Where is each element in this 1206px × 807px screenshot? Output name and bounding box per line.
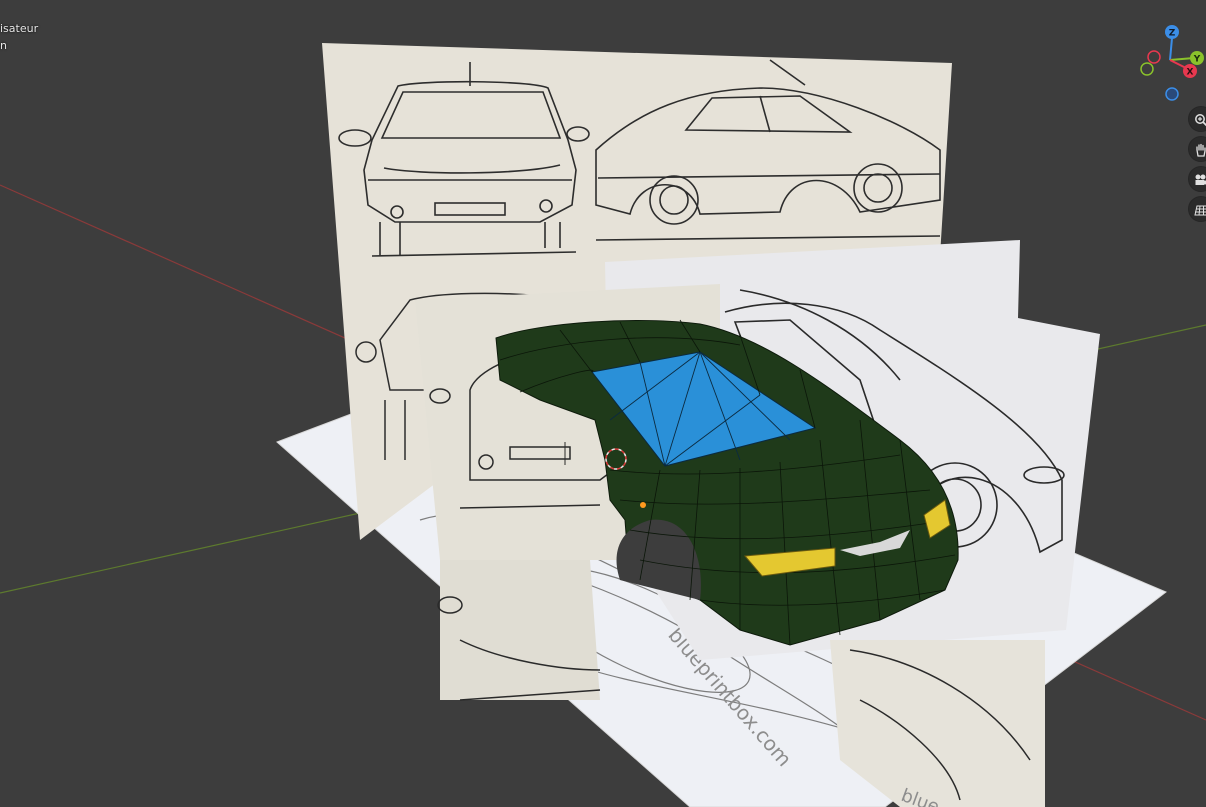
object-origin — [640, 502, 646, 508]
gizmo-x-label: X — [1187, 68, 1194, 78]
gizmo-z-label: Z — [1169, 29, 1176, 39]
viewport-view-name: isateur — [0, 22, 39, 35]
scene-canvas[interactable]: blueprintbox.com blue Z Y X — [0, 0, 1206, 807]
gizmo-neg-z[interactable] — [1165, 87, 1179, 101]
camera-icon — [1195, 174, 1206, 185]
viewport-collection-name: n — [0, 39, 7, 52]
hand-icon — [1196, 143, 1206, 157]
gizmo-y-label: Y — [1193, 55, 1201, 65]
gizmo-neg-x[interactable] — [1147, 50, 1161, 64]
grid-icon — [1194, 205, 1206, 216]
gizmo-neg-y[interactable] — [1140, 62, 1154, 76]
lower-blueprint-plane — [440, 560, 600, 700]
navigation-gizmo[interactable]: Z Y X — [1140, 25, 1204, 101]
3d-viewport[interactable]: blueprintbox.com blue Z Y X isateur n — [0, 0, 1206, 807]
magnifier-plus-icon — [1195, 114, 1206, 127]
